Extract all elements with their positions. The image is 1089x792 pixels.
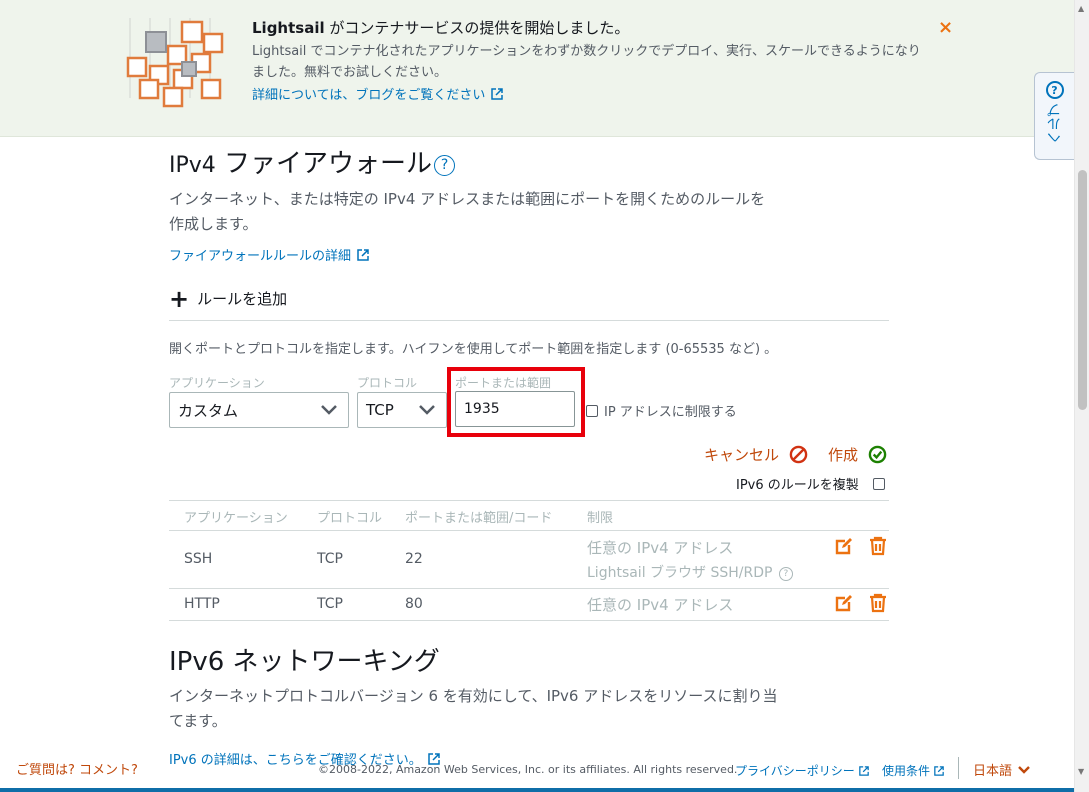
- chevron-down-icon: [321, 405, 337, 415]
- divider: [169, 588, 889, 589]
- table-cell-restriction-secondary: Lightsail ブラウザ SSH/RDP ?: [587, 562, 793, 582]
- trash-icon[interactable]: [868, 536, 888, 556]
- table-cell-protocol: TCP: [317, 551, 343, 567]
- containers-illustration: [126, 18, 224, 108]
- edit-icon[interactable]: [834, 593, 854, 613]
- column-header-restriction: 制限: [587, 511, 614, 526]
- table-cell-protocol: TCP: [317, 596, 343, 612]
- application-label: アプリケーション: [169, 376, 265, 390]
- column-header-port: ポートまたは範囲/コード: [405, 511, 553, 526]
- row-actions: [834, 593, 888, 613]
- divider: [169, 620, 889, 621]
- footer-divider: [958, 757, 959, 779]
- feedback-link[interactable]: ご質問は? コメント?: [16, 759, 138, 778]
- checkbox[interactable]: [872, 477, 885, 490]
- divider: [169, 500, 889, 501]
- trash-icon[interactable]: [868, 593, 888, 613]
- banner-blog-link[interactable]: 詳細については、ブログをご覧ください: [252, 84, 504, 103]
- protocol-label: プロトコル: [357, 376, 418, 390]
- ipv4-firewall-title: IPv4 ファイアウォール?: [169, 143, 456, 180]
- help-tab-label: ヘルプ: [1046, 103, 1063, 145]
- external-link-icon: [934, 765, 944, 776]
- chevron-down-icon: [419, 405, 435, 415]
- info-icon[interactable]: ?: [778, 567, 793, 581]
- page-scrollbar[interactable]: ▲ ▼: [1074, 0, 1089, 792]
- chevron-down-icon: [1018, 765, 1030, 774]
- banner-description: Lightsail でコンテナ化されたアプリケーションをわずか数クリックでデプロ…: [252, 44, 921, 80]
- table-cell-app: HTTP: [184, 596, 220, 612]
- ipv6-networking-title: IPv6 ネットワーキング: [169, 647, 440, 677]
- info-icon[interactable]: ?: [434, 154, 456, 176]
- restrict-ip-checkbox[interactable]: IP アドレスに制限する: [586, 401, 737, 420]
- scroll-thumb[interactable]: [1078, 170, 1087, 410]
- cancel-icon: [789, 445, 808, 464]
- checkbox[interactable]: [586, 404, 598, 417]
- scroll-down-arrow-icon[interactable]: ▼: [1078, 767, 1084, 776]
- divider: [169, 320, 889, 321]
- column-header-application: アプリケーション: [184, 511, 288, 526]
- terms-of-use-link[interactable]: 使用条件: [882, 762, 944, 779]
- edit-icon[interactable]: [834, 536, 854, 556]
- column-header-protocol: プロトコル: [317, 511, 383, 526]
- privacy-policy-link[interactable]: プライバシーポリシー: [735, 762, 869, 779]
- close-icon[interactable]: ×: [938, 17, 953, 38]
- taskbar-edge: [0, 788, 1074, 792]
- external-link-icon: [491, 87, 504, 100]
- table-cell-restriction: 任意の IPv4 アドレス: [587, 596, 734, 614]
- port-hint-text: 開くポートとプロトコルを指定します。ハイフンを使用してポート範囲を指定します (…: [169, 342, 778, 357]
- external-link-icon: [858, 765, 869, 776]
- announcement-banner: Lightsail がコンテナサービスの提供を開始しました。 Lightsail…: [0, 0, 1074, 137]
- duplicate-ipv6-checkbox[interactable]: IPv6 のルールを複製: [736, 474, 885, 493]
- row-actions: [834, 536, 888, 556]
- help-panel-tab[interactable]: ? ヘルプ: [1034, 72, 1074, 160]
- application-select[interactable]: カスタム: [169, 392, 349, 428]
- check-circle-icon: [868, 445, 887, 464]
- cancel-button[interactable]: キャンセル: [704, 444, 808, 465]
- banner-title: Lightsail がコンテナサービスの提供を開始しました。: [252, 19, 630, 37]
- firewall-rules-details-link[interactable]: ファイアウォールルールの詳細: [169, 245, 369, 264]
- scroll-up-arrow-icon[interactable]: ▲: [1078, 4, 1084, 13]
- table-cell-port: 22: [405, 551, 423, 567]
- ipv4-firewall-description: インターネット、または特定の IPv4 アドレスまたは範囲にポートを開くためのル…: [169, 190, 766, 233]
- plus-icon: +: [169, 284, 190, 313]
- language-selector[interactable]: 日本語: [973, 760, 1030, 779]
- divider: [169, 530, 889, 531]
- external-link-icon: [357, 248, 369, 261]
- table-cell-restriction: 任意の IPv4 アドレス: [587, 539, 734, 557]
- create-button[interactable]: 作成: [828, 444, 887, 465]
- table-cell-port: 80: [405, 596, 423, 612]
- table-cell-app: SSH: [184, 551, 213, 567]
- add-rule-button[interactable]: + ルールを追加: [169, 284, 287, 313]
- protocol-select[interactable]: TCP: [357, 392, 447, 428]
- port-field-highlight: [447, 367, 585, 437]
- question-circle-icon: ?: [1045, 81, 1064, 99]
- ipv6-networking-description: インターネットプロトコルバージョン 6 を有効にして、IPv6 アドレスをリソー…: [169, 687, 778, 730]
- copyright-text: ©2008-2022, Amazon Web Services, Inc. or…: [318, 763, 738, 776]
